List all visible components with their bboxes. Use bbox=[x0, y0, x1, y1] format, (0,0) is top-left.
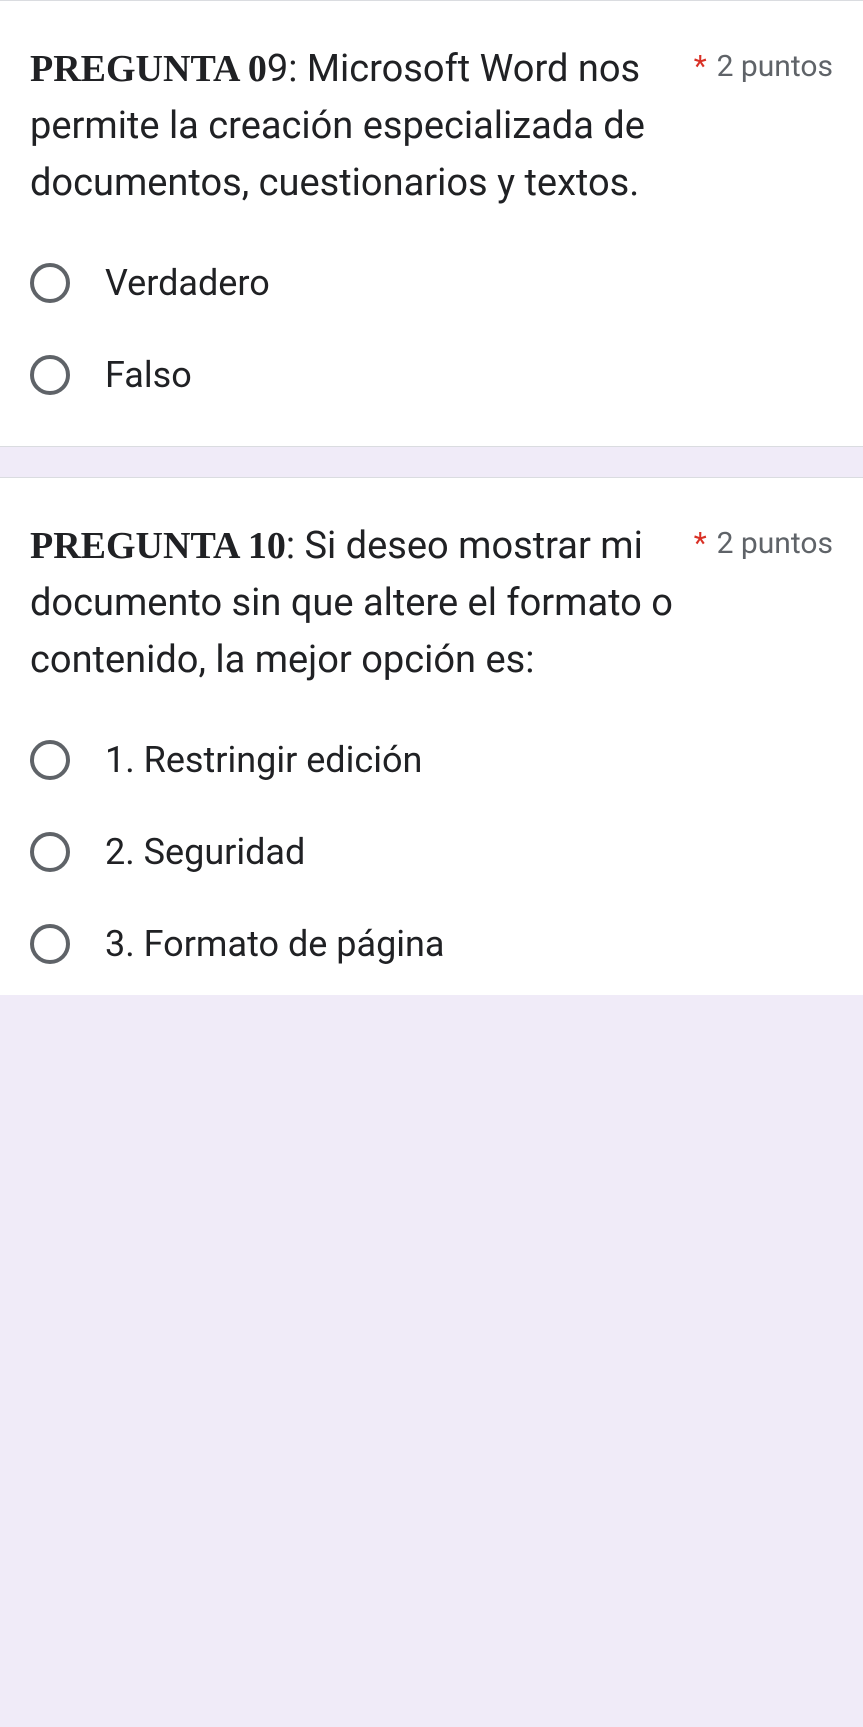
options-list: 1. Restringir edición 2. Seguridad 3. Fo… bbox=[30, 739, 833, 965]
option-restringir-edicion[interactable]: 1. Restringir edición bbox=[30, 739, 833, 781]
question-prefix: PREGUNTA 0 bbox=[30, 48, 267, 90]
radio-icon[interactable] bbox=[30, 924, 70, 964]
option-label: 2. Seguridad bbox=[105, 831, 305, 873]
option-label: 3. Formato de página bbox=[105, 923, 445, 965]
radio-icon[interactable] bbox=[30, 263, 70, 303]
question-number: 9 bbox=[267, 47, 288, 91]
question-number: 0 bbox=[267, 525, 286, 567]
radio-icon[interactable] bbox=[30, 740, 70, 780]
option-verdadero[interactable]: Verdadero bbox=[30, 262, 833, 304]
option-formato-de-pagina[interactable]: 3. Formato de página bbox=[30, 923, 833, 965]
question-title: PREGUNTA 09: Microsoft Word nos permite … bbox=[30, 41, 694, 212]
required-star-icon: * bbox=[694, 526, 707, 561]
question-header: PREGUNTA 10: Si deseo mostrar mi documen… bbox=[30, 518, 833, 689]
required-star-icon: * bbox=[694, 49, 707, 84]
option-label: Falso bbox=[105, 354, 192, 396]
option-falso[interactable]: Falso bbox=[30, 354, 833, 396]
option-label: Verdadero bbox=[105, 262, 270, 304]
question-header: PREGUNTA 09: Microsoft Word nos permite … bbox=[30, 41, 833, 212]
options-list: Verdadero Falso bbox=[30, 262, 833, 396]
question-card-10: PREGUNTA 10: Si deseo mostrar mi documen… bbox=[0, 477, 863, 995]
question-title: PREGUNTA 10: Si deseo mostrar mi documen… bbox=[30, 518, 694, 689]
radio-icon[interactable] bbox=[30, 832, 70, 872]
points-wrapper: * 2 puntos bbox=[694, 518, 833, 561]
question-prefix: PREGUNTA 1 bbox=[30, 525, 267, 567]
points-label: 2 puntos bbox=[717, 526, 833, 561]
question-card-09: PREGUNTA 09: Microsoft Word nos permite … bbox=[0, 0, 863, 447]
points-label: 2 puntos bbox=[717, 49, 833, 84]
option-seguridad[interactable]: 2. Seguridad bbox=[30, 831, 833, 873]
option-label: 1. Restringir edición bbox=[105, 739, 422, 781]
radio-icon[interactable] bbox=[30, 355, 70, 395]
points-wrapper: * 2 puntos bbox=[694, 41, 833, 84]
